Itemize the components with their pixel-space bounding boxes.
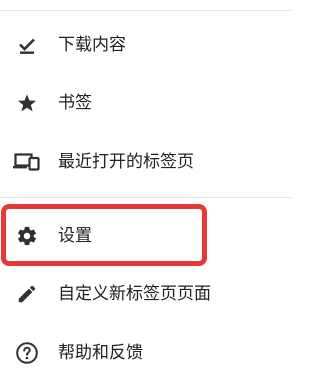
pencil-icon bbox=[14, 281, 40, 307]
menu-item-customize-ntp[interactable]: 自定义新标签页页面 bbox=[0, 272, 291, 316]
menu-item-bookmarks[interactable]: 书签 bbox=[0, 81, 291, 125]
help-icon bbox=[14, 340, 40, 366]
menu-item-label: 帮助和反馈 bbox=[58, 343, 143, 363]
devices-icon bbox=[12, 149, 42, 175]
menu-item-recent-tabs[interactable]: 最近打开的标签页 bbox=[0, 140, 291, 184]
menu-item-settings[interactable]: 设置 bbox=[0, 214, 291, 258]
menu-item-label: 最近打开的标签页 bbox=[58, 152, 194, 172]
menu-item-label: 书签 bbox=[58, 93, 92, 113]
overflow-menu: 下载内容 书签 最近打开的标签页 设置 自定义新标签页页面 帮助和反馈 bbox=[0, 0, 299, 379]
gear-icon bbox=[14, 223, 40, 249]
download-done-icon bbox=[14, 32, 40, 58]
menu-divider-top bbox=[0, 10, 291, 11]
star-icon bbox=[14, 90, 40, 116]
menu-item-label: 下载内容 bbox=[58, 35, 126, 55]
menu-item-help-feedback[interactable]: 帮助和反馈 bbox=[0, 331, 291, 375]
menu-item-downloads[interactable]: 下载内容 bbox=[0, 23, 291, 67]
menu-item-label: 自定义新标签页页面 bbox=[58, 284, 211, 304]
menu-item-label: 设置 bbox=[58, 226, 92, 246]
menu-divider-middle bbox=[0, 197, 291, 198]
